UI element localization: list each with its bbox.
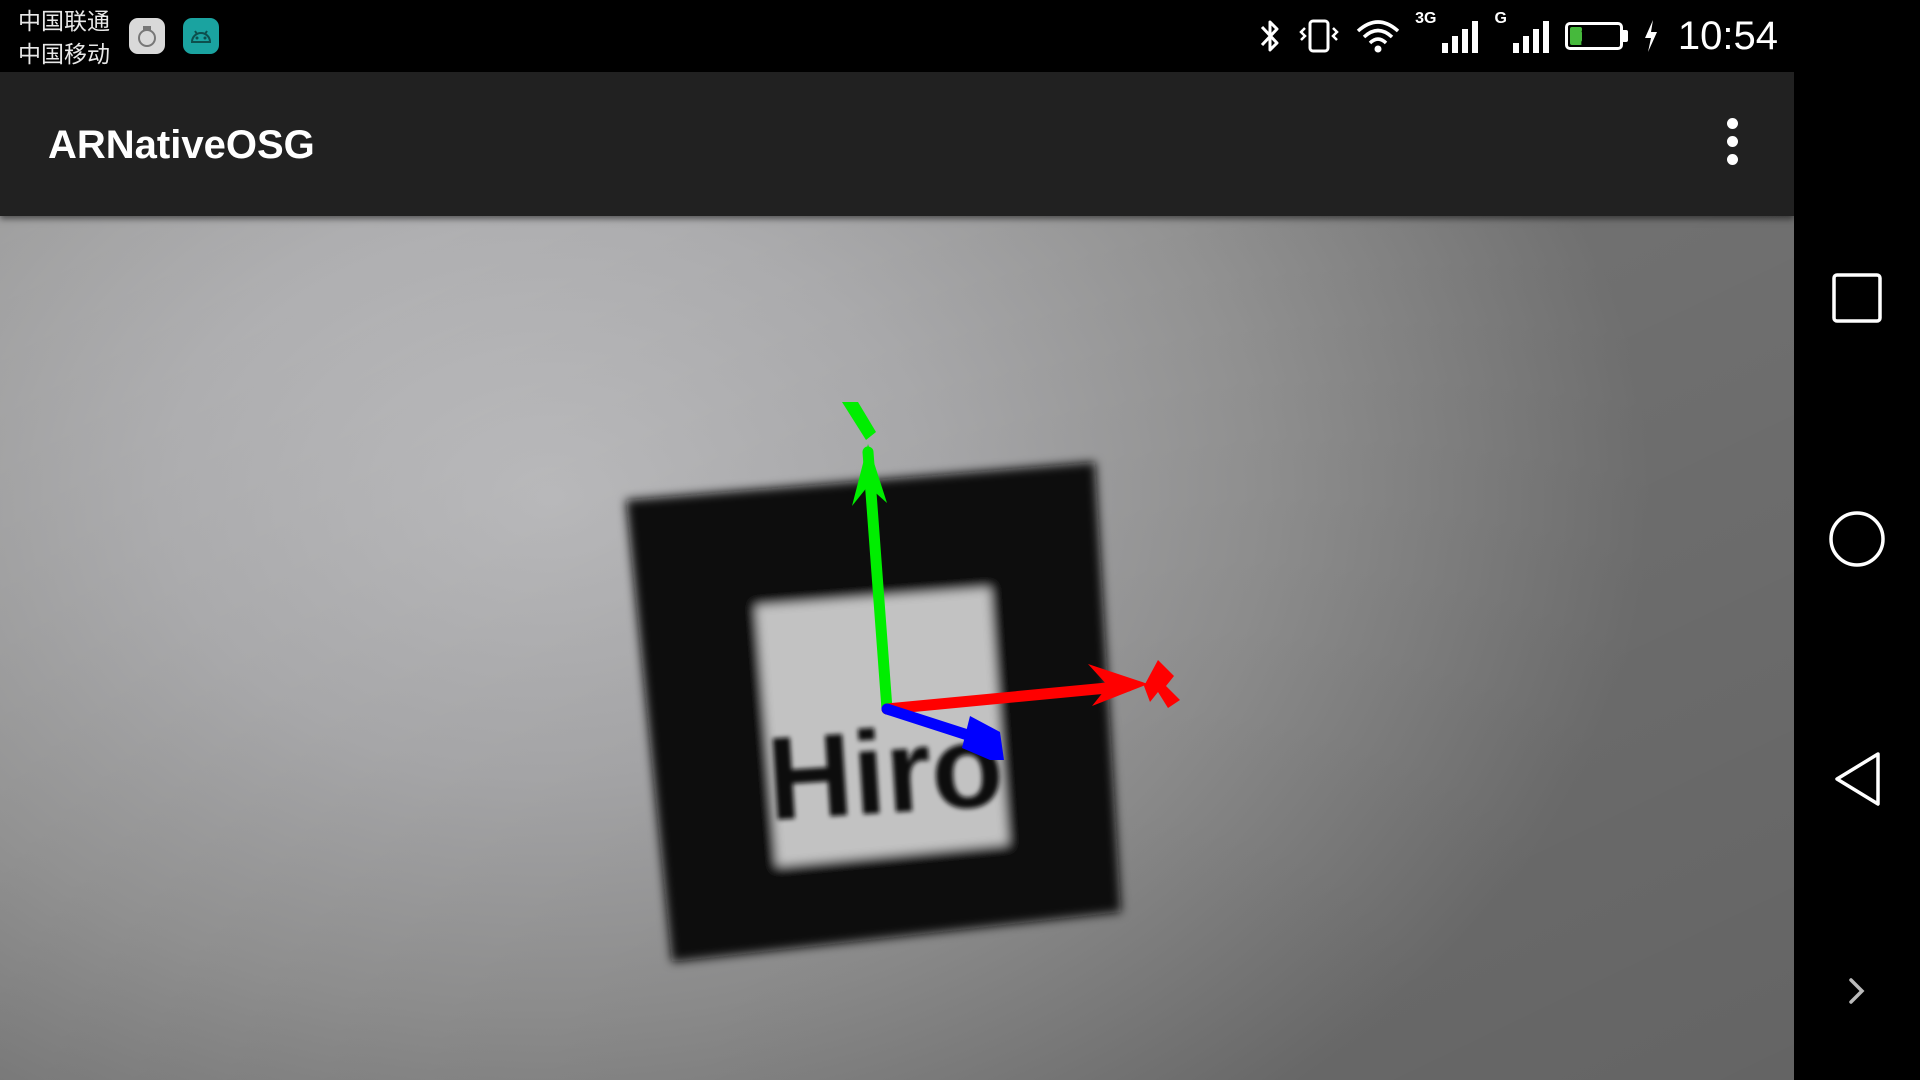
charging-icon xyxy=(1642,18,1660,54)
status-bar: 中国联通 中国移动 3G G 24 10:54 xyxy=(0,0,1794,72)
back-icon[interactable] xyxy=(1794,750,1920,808)
network-3g-label: 3G xyxy=(1415,10,1437,27)
carrier-1: 中国联通 xyxy=(18,9,110,35)
app-title: ARNativeOSG xyxy=(48,123,315,167)
battery-nub xyxy=(1622,30,1628,42)
overflow-menu-icon[interactable] xyxy=(1714,118,1750,172)
clock: 10:54 xyxy=(1677,13,1778,58)
app-bar: ARNativeOSG xyxy=(0,72,1794,216)
camera-view[interactable]: Hiro xyxy=(0,216,1794,1080)
signal-g-icon xyxy=(1511,17,1551,55)
vibrate-icon xyxy=(1297,17,1341,55)
status-icons: 3G G 24 10:54 xyxy=(1257,0,1778,72)
signal-3g-icon xyxy=(1440,17,1480,55)
network-g-label: G xyxy=(1494,10,1507,27)
carrier-labels: 中国联通 中国移动 xyxy=(18,6,110,72)
carrier-2: 中国移动 xyxy=(18,42,110,68)
battery-level: 24 xyxy=(1580,23,1608,50)
home-icon[interactable] xyxy=(1794,510,1920,568)
recent-apps-icon[interactable] xyxy=(1794,272,1920,324)
bluetooth-icon xyxy=(1257,17,1283,55)
ar-scene: Hiro xyxy=(0,216,1794,1080)
wifi-icon xyxy=(1355,17,1401,55)
app-notification-icon xyxy=(129,18,165,54)
android-debug-icon xyxy=(183,18,219,54)
expand-chevron-icon[interactable] xyxy=(1794,976,1920,1006)
battery-icon: 24 xyxy=(1564,22,1623,50)
navigation-bar xyxy=(1794,0,1920,1080)
